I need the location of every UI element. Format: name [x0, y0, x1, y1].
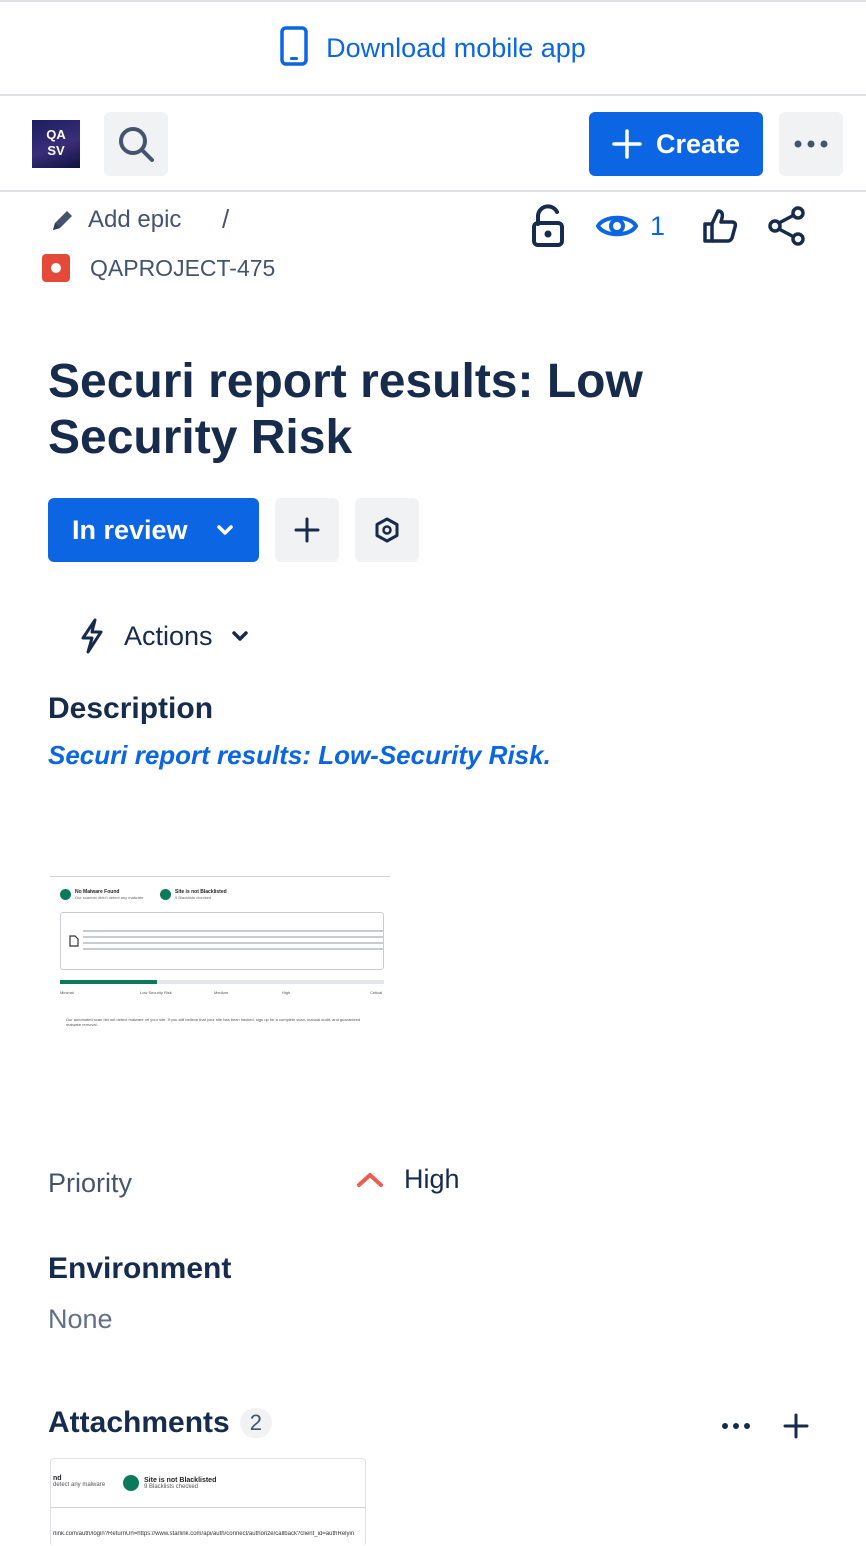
attachment-right-check: Site is not Blacklisted 9 Blacklists che… — [123, 1475, 216, 1491]
top-navigation-bar: QA SV Create — [0, 96, 866, 192]
priority-high-icon — [357, 1172, 383, 1187]
lightning-icon — [81, 618, 103, 654]
thumbs-up-icon — [703, 209, 738, 243]
project-avatar[interactable]: QA SV — [32, 120, 80, 168]
watchers-button[interactable]: 1 — [596, 202, 665, 250]
share-icon — [768, 206, 805, 246]
check-circle-icon — [123, 1475, 139, 1491]
plus-icon — [783, 1413, 809, 1439]
actions-label: Actions — [124, 620, 213, 651]
plus-icon — [612, 129, 642, 159]
vote-button[interactable] — [702, 202, 738, 250]
malware-check: No Malware Found Our scanner didn't dete… — [60, 889, 143, 900]
priority-field[interactable]: High — [356, 1164, 460, 1195]
unlock-icon — [532, 204, 564, 247]
apps-button[interactable] — [355, 498, 419, 562]
mobile-phone-icon — [280, 25, 308, 71]
search-icon — [119, 127, 154, 162]
more-horizontal-icon — [722, 1423, 750, 1429]
check-circle-icon — [60, 889, 71, 900]
attachment-right-subtitle: 9 Blacklists checked — [144, 1483, 199, 1490]
attachment-left-check: nd detect any malware — [53, 1475, 105, 1488]
download-mobile-app-banner[interactable]: Download mobile app — [0, 0, 866, 96]
risk-label-critical: Critical — [370, 990, 383, 995]
environment-value[interactable]: None — [48, 1304, 113, 1335]
risk-label-high: High — [282, 990, 291, 995]
attachments-more-button[interactable] — [716, 1408, 756, 1444]
more-menu-button[interactable] — [779, 112, 843, 176]
attachments-count-badge: 2 — [239, 1408, 272, 1438]
restrictions-button[interactable] — [530, 202, 566, 250]
risk-label-medium: Medium — [214, 990, 229, 995]
attachment-thumbnail[interactable]: nd detect any malware Site is not Blackl… — [50, 1458, 366, 1546]
risk-label-low: Low Security Risk — [140, 990, 172, 995]
search-button[interactable] — [104, 112, 168, 176]
attachments-title: Attachments — [48, 1406, 230, 1439]
pencil-icon — [53, 211, 72, 230]
bug-issue-type-icon — [42, 254, 70, 282]
status-label: In review — [72, 514, 188, 545]
add-epic-link[interactable]: Add epic — [50, 202, 181, 238]
avatar-text-line-2: SV — [47, 143, 65, 158]
actions-dropdown[interactable]: Actions — [78, 612, 249, 660]
attachment-url-text: rlink.com/auth/login?ReturnUrl=https://w… — [53, 1531, 355, 1537]
more-horizontal-icon — [794, 140, 828, 148]
attachment-left-subtitle: detect any malware — [53, 1482, 106, 1488]
issue-title[interactable]: Securi report results: Low Security Risk — [48, 354, 838, 466]
plus-icon — [294, 517, 320, 543]
priority-label: Priority — [48, 1168, 133, 1198]
issue-key: QAPROJECT-475 — [90, 254, 276, 281]
issue-key-breadcrumb[interactable]: QAPROJECT-475 — [42, 254, 275, 282]
chevron-down-icon — [216, 525, 233, 535]
create-button-label: Create — [655, 128, 741, 159]
malware-check-subtitle: Our scanner didn't detect any malware — [75, 895, 144, 900]
scanned-url-box — [60, 912, 384, 970]
add-attachment-button[interactable] — [776, 1408, 816, 1444]
attachments-header: Attachments 2 — [48, 1406, 272, 1440]
share-button[interactable] — [768, 202, 806, 250]
blacklist-check: Site is not Blacklisted 9 Blacklists che… — [160, 889, 227, 900]
watcher-count: 1 — [650, 210, 666, 241]
risk-level-fill — [60, 980, 157, 984]
attachment-right-title: Site is not Blacklisted — [144, 1476, 217, 1484]
scan-footer-text: Our automated scan did not detect malwar… — [66, 1017, 361, 1027]
status-dropdown[interactable]: In review — [48, 498, 259, 562]
chevron-down-icon — [231, 631, 248, 641]
add-button[interactable] — [275, 498, 339, 562]
document-icon — [69, 935, 79, 947]
priority-value: High — [404, 1164, 460, 1194]
breadcrumb-separator: / — [222, 204, 230, 234]
risk-label-minimal: Minimal — [60, 990, 74, 995]
description-screenshot-image[interactable]: No Malware Found Our scanner didn't dete… — [50, 876, 390, 1036]
description-heading: Description — [48, 692, 214, 725]
hexagon-icon — [375, 517, 399, 543]
download-mobile-app-link[interactable]: Download mobile app — [326, 33, 586, 64]
blacklist-check-subtitle: 9 Blacklists checked — [175, 895, 212, 900]
create-button[interactable]: Create — [589, 112, 763, 176]
description-text[interactable]: Securi report results: Low-Security Risk… — [48, 740, 551, 771]
avatar-text-line-1: QA — [46, 127, 66, 142]
add-epic-label: Add epic — [88, 206, 182, 233]
check-circle-icon — [160, 889, 171, 900]
eye-icon — [596, 215, 638, 237]
attachment-left-title: nd — [53, 1475, 62, 1482]
environment-heading: Environment — [48, 1252, 232, 1285]
